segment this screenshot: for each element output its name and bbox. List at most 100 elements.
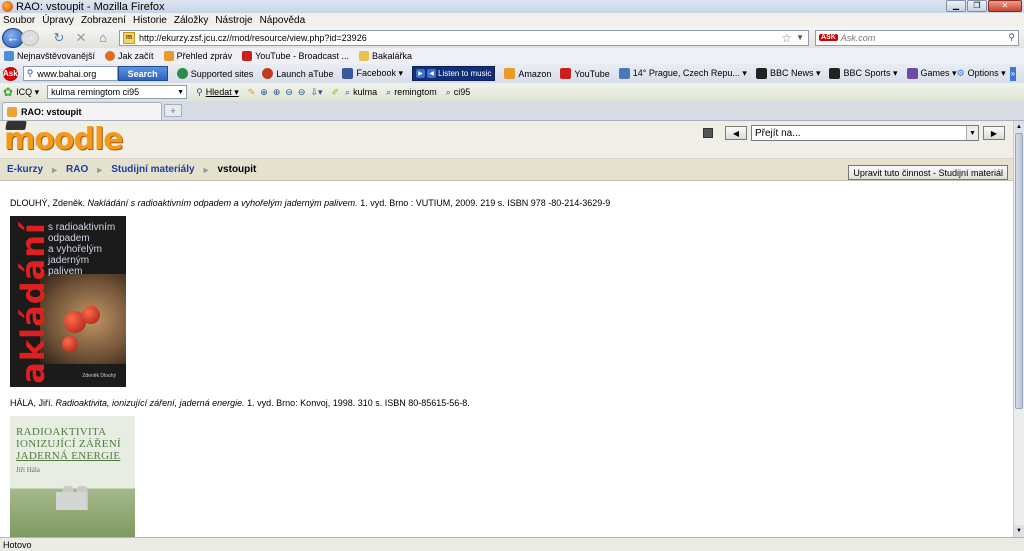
tab-rao-vstoupit[interactable]: RAO: vstoupit [2, 102, 162, 120]
breadcrumb-separator-icon: ► [95, 164, 105, 175]
bookmark-item[interactable]: YouTube - Broadcast ... [242, 51, 349, 61]
chevron-down-icon[interactable]: ▼ [796, 33, 804, 42]
zoom-out-icon[interactable]: ⊖ [285, 87, 293, 98]
toolbar-item[interactable]: Supported sites [176, 68, 253, 79]
search-input[interactable]: ASK Ask.com ⚲ [815, 29, 1019, 46]
toolbar-item[interactable]: Facebook ▾ [342, 68, 403, 79]
moodle-header: moodle ◀ Přejít na... ▼ ▶ [0, 121, 1013, 159]
listen-label: Listen to music [438, 69, 492, 78]
word-item[interactable]: ⌕ ci95 [446, 87, 471, 98]
scroll-down-icon[interactable]: ▼ [1014, 525, 1024, 537]
reference-entry: DLOUHÝ, Zdeněk. Nakládání s radioaktivní… [10, 198, 611, 208]
icq-search-input[interactable]: kulma remingtom ci95 ▼ [47, 85, 188, 99]
toolbar-search-value: www.bahai.org [37, 68, 97, 79]
home-icon[interactable]: ⌂ [95, 30, 111, 46]
menu-nastroje[interactable]: Nástroje [215, 15, 252, 26]
toolbar-item[interactable]: Launch aTube [262, 68, 333, 79]
chevron-down-icon[interactable]: ▼ [177, 89, 184, 96]
moodle-logo[interactable]: moodle [4, 121, 124, 156]
toolbar-item[interactable]: 14° Prague, Czech Repu... ▾ [618, 68, 747, 79]
bookmark-item[interactable]: Bakalářka [358, 51, 412, 61]
breadcrumb-separator-icon: ► [50, 164, 60, 175]
menu-bar: Soubor Úpravy Zobrazení Historie Záložky… [0, 13, 1024, 27]
toolbar-item[interactable]: Amazon [504, 68, 551, 79]
jump-prev-button[interactable]: ◀ [725, 126, 747, 140]
menu-soubor[interactable]: Soubor [3, 15, 35, 26]
marker-icon[interactable]: ✐ [332, 87, 340, 98]
breadcrumb-link[interactable]: RAO [66, 164, 88, 175]
volume-icon: ◀ [427, 69, 436, 78]
find-word-icon: ⌕ [345, 86, 351, 97]
close-button[interactable]: ✕ [988, 0, 1022, 12]
supported-sites-icon [176, 68, 188, 79]
book-cover-title: nakládání [14, 222, 52, 387]
tab-bar: RAO: vstoupit + [0, 101, 1024, 121]
bookmark-item[interactable]: Nejnavštěvovanější [4, 51, 95, 61]
edit-activity-button[interactable]: Upravit tuto činnost - Studijní materiál [848, 165, 1008, 180]
book-cover-subtitle: s radioaktivním odpadem a vyhořelým jade… [48, 222, 116, 277]
menu-napoveda[interactable]: Nápověda [260, 15, 306, 26]
search-placeholder: Ask.com [840, 32, 876, 43]
menu-zobrazeni[interactable]: Zobrazení [81, 15, 126, 26]
jump-to-navigation: ◀ Přejít na... ▼ ▶ [703, 125, 1005, 141]
bookmarks-toolbar: Nejnavštěvovanější Jak začít Přehled zpr… [0, 48, 1024, 64]
menu-zalozky[interactable]: Záložky [174, 15, 208, 26]
book-cover-author: Zdeněk Dlouhý [82, 373, 116, 379]
breadcrumb-link[interactable]: Studijní materiály [111, 164, 194, 175]
menu-historie[interactable]: Historie [133, 15, 167, 26]
jump-to-select[interactable]: Přejít na... ▼ [751, 125, 979, 141]
highlight-icon[interactable]: ✎ [248, 87, 256, 98]
icq-find-button[interactable]: ⚲ Hledat ▾ [196, 87, 239, 98]
listen-to-music-button[interactable]: ▶ ◀ Listen to music [412, 66, 496, 81]
save-icon[interactable] [703, 128, 713, 138]
youtube-icon [242, 51, 253, 61]
stop-icon[interactable]: ✕ [73, 30, 89, 46]
power-plant-shape [56, 492, 86, 510]
download-icon[interactable]: ⇩▾ [310, 87, 322, 98]
breadcrumb-current: vstoupit [217, 164, 257, 175]
menu-upravy[interactable]: Úpravy [42, 15, 74, 26]
reload-icon[interactable]: ↻ [51, 30, 67, 46]
window-controls: ▁ ❐ ✕ [946, 0, 1022, 12]
bookmark-item[interactable]: Jak začít [105, 51, 154, 61]
address-bar[interactable]: m http://ekurzy.zsf.jcu.cz//mod/resource… [119, 29, 809, 46]
icq-menu[interactable]: ICQ ▾ [16, 87, 39, 98]
breadcrumb-link[interactable]: E-kurzy [7, 164, 43, 175]
zoom-in-icon[interactable]: ⊕ [273, 87, 281, 98]
scroll-thumb[interactable] [1015, 133, 1023, 409]
toolbar-search-input[interactable]: ⚲ www.bahai.org [22, 66, 118, 81]
maximize-button[interactable]: ❐ [967, 0, 987, 12]
more-chevron-icon[interactable]: » [1009, 66, 1016, 81]
forward-button[interactable]: → [21, 29, 39, 46]
word-item[interactable]: ⌕ kulma [345, 87, 377, 98]
site-icon: m [123, 31, 135, 44]
toolbar-item[interactable]: BBC News ▾ [755, 68, 820, 79]
vertical-scrollbar[interactable]: ▲ ▼ [1013, 121, 1024, 537]
search-icon: ⚲ [26, 68, 34, 78]
window-title: RAO: vstoupit - Mozilla Firefox [16, 0, 165, 13]
new-tab-button[interactable]: + [164, 104, 182, 117]
search-icon[interactable]: ⚲ [1008, 32, 1015, 43]
zoom-out-icon[interactable]: ⊖ [298, 87, 306, 98]
toolbar-item[interactable]: Games ▾ [906, 68, 957, 79]
jump-next-button[interactable]: ▶ [983, 126, 1005, 140]
graduation-cap-icon [5, 121, 27, 130]
toolbar-item[interactable]: YouTube [560, 68, 610, 79]
scroll-up-icon[interactable]: ▲ [1014, 121, 1024, 133]
bookmark-star-icon[interactable]: ☆ [781, 31, 792, 45]
atube-icon [262, 68, 274, 79]
word-item[interactable]: ⌕ remingtom [386, 87, 437, 98]
icq-flower-icon: ✿ [3, 85, 14, 99]
toolbar-search-button[interactable]: Search [117, 66, 168, 81]
youtube-icon [560, 68, 572, 79]
zoom-in-icon[interactable]: ⊕ [260, 87, 268, 98]
play-icon: ▶ [416, 69, 425, 78]
navigation-bar: ← → ↻ ✕ ⌂ m http://ekurzy.zsf.jcu.cz//mo… [0, 27, 1024, 48]
minimize-button[interactable]: ▁ [946, 0, 966, 12]
book-cover-image: nakládání s radioaktivním odpadem a vyho… [10, 216, 126, 387]
options-menu[interactable]: ⚙ Options ▾ [957, 68, 1006, 79]
toolbar-item[interactable]: BBC Sports ▾ [829, 68, 898, 79]
rss-icon [163, 51, 174, 61]
ask-logo[interactable]: Ask [3, 66, 18, 81]
bookmark-item[interactable]: Přehled zpráv [163, 51, 232, 61]
